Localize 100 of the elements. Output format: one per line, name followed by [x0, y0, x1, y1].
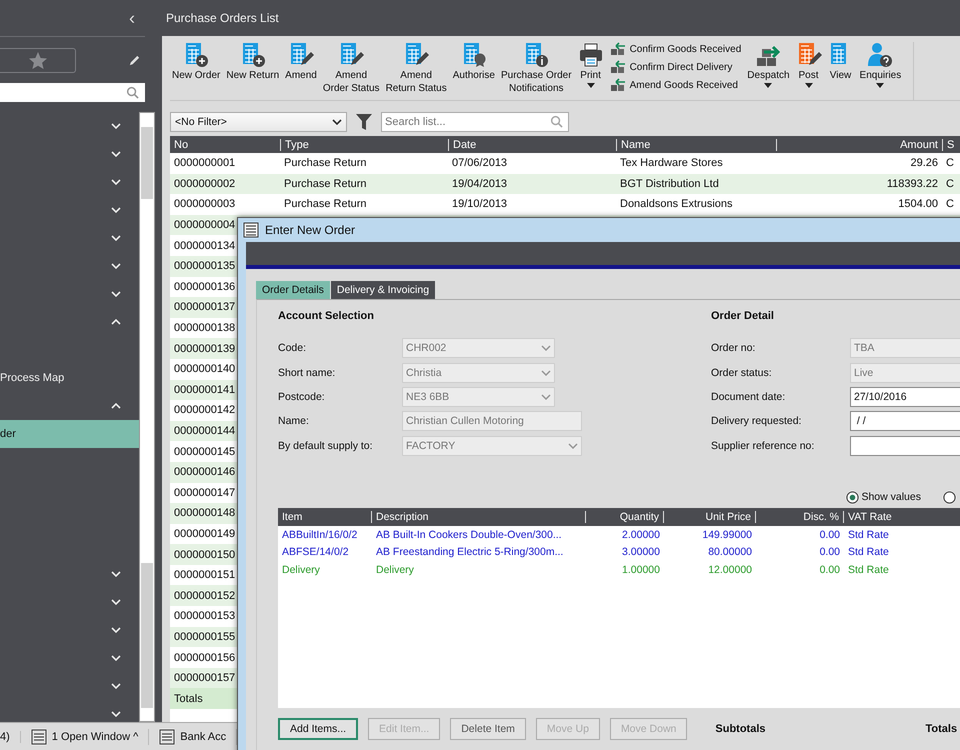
- table-cell: 0000000134: [174, 240, 236, 252]
- radio-circle-icon: [846, 490, 860, 504]
- boxes-icon: [610, 60, 626, 74]
- toolbar-link[interactable]: Confirm Goods Received: [610, 42, 742, 56]
- input-field[interactable]: [850, 436, 960, 456]
- dialog-button[interactable]: Add Items...: [278, 718, 358, 740]
- chevron-icon[interactable]: [111, 655, 121, 661]
- column-header[interactable]: Item: [278, 510, 372, 523]
- favourites-button[interactable]: [0, 48, 76, 73]
- toolbar-button[interactable]: New Order: [172, 42, 220, 82]
- dialog-button[interactable]: Delete Item: [450, 718, 526, 740]
- column-header[interactable]: Date: [448, 138, 616, 150]
- column-header[interactable]: Unit Price: [664, 510, 756, 523]
- grid-cell-text: AB Built-In Cookers Double-Oven/300...: [375, 528, 563, 541]
- toolbar-button[interactable]: Purchase Order Notifications: [500, 42, 572, 95]
- radio-button[interactable]: Show values: [846, 490, 921, 504]
- chevron-icon[interactable]: [111, 711, 121, 717]
- table-cell: 0000000155: [174, 630, 236, 643]
- grid-cell-text: Delivery: [375, 564, 415, 576]
- chevron-icon[interactable]: [111, 627, 121, 633]
- totals-label: Totals: [174, 692, 203, 705]
- search-field[interactable]: [0, 83, 145, 102]
- window-icon: [30, 728, 47, 744]
- toolbar-button[interactable]: New Return: [226, 42, 280, 82]
- toolbar-button[interactable]: Despatch: [747, 42, 790, 88]
- table-cell: 0000000135: [174, 260, 236, 272]
- chevron-icon[interactable]: [111, 319, 121, 325]
- chevron-icon[interactable]: [111, 291, 121, 297]
- section-heading: Account Selection: [278, 310, 375, 324]
- toolbar-button[interactable]: View: [828, 42, 854, 82]
- column-header[interactable]: Description: [372, 510, 586, 523]
- taskbar-item[interactable]: 4): [0, 730, 21, 742]
- toolbar-button[interactable]: Amend Return Status: [386, 42, 447, 95]
- field-label: Code:: [278, 342, 308, 354]
- document-icon: [523, 42, 550, 68]
- chevron-icon: [332, 119, 342, 125]
- column-header[interactable]: VAT Rate: [844, 510, 960, 523]
- table-cell: 19/10/2013: [452, 198, 508, 210]
- table-cell: 07/06/2013: [452, 157, 508, 170]
- document-icon: [288, 42, 314, 68]
- collapse-button[interactable]: ‹: [129, 8, 135, 28]
- column-header[interactable]: Name: [616, 138, 776, 150]
- scrollbar[interactable]: [139, 112, 155, 722]
- tab[interactable]: Delivery & Invoicing: [330, 281, 436, 299]
- column-header[interactable]: Type: [280, 138, 448, 150]
- sidebar-item[interactable]: der: [0, 420, 139, 448]
- table-cell: 0000000001: [174, 157, 236, 170]
- column-header[interactable]: S: [942, 138, 960, 150]
- chevron-icon[interactable]: [111, 683, 121, 689]
- chevron-icon: [568, 442, 578, 449]
- radio-button[interactable]: [943, 490, 956, 504]
- grid-cell-text: Std Rate: [847, 528, 890, 541]
- toolbar-button[interactable]: Post: [796, 42, 822, 88]
- table-cell: 0000000144: [174, 425, 236, 438]
- pencil-icon[interactable]: [128, 54, 141, 67]
- filter-icon[interactable]: [355, 113, 373, 131]
- table-cell: 0000000136: [174, 280, 236, 293]
- sidebar-item[interactable]: Process Map: [0, 364, 139, 392]
- taskbar-item[interactable]: 1 Open Window ^: [30, 728, 150, 744]
- table-cell: 1504.00: [898, 198, 938, 210]
- chevron-icon[interactable]: [111, 179, 121, 185]
- toolbar-button[interactable]: Amend Order Status: [322, 42, 380, 95]
- column-header[interactable]: No: [170, 138, 280, 150]
- chevron-icon[interactable]: [111, 599, 121, 605]
- toolbar-link[interactable]: Confirm Direct Delivery: [610, 60, 742, 74]
- grid-cell-text: Std Rate: [847, 564, 890, 576]
- input-field[interactable]: 27/10/2016: [850, 386, 960, 407]
- section-heading: Order Detail: [711, 310, 775, 324]
- chevron-icon[interactable]: [111, 263, 121, 269]
- table-cell: 0000000139: [174, 342, 236, 355]
- window-icon: [159, 728, 176, 744]
- search-field[interactable]: Search list...: [381, 112, 569, 132]
- chevron-icon[interactable]: [111, 151, 121, 157]
- table-cell: C: [946, 178, 954, 190]
- column-header[interactable]: Disc. %: [756, 510, 844, 523]
- toolbar-button[interactable]: Print: [578, 42, 604, 88]
- toolbar-button[interactable]: Authorise: [452, 42, 495, 82]
- field-label: Order status:: [711, 366, 773, 379]
- table-cell: 29.26: [910, 157, 938, 170]
- column-header[interactable]: Amount: [776, 138, 942, 150]
- chevron-icon[interactable]: [111, 207, 121, 213]
- grid-cell-text: 2.00000: [621, 528, 661, 541]
- chevron-icon: [541, 345, 551, 352]
- chevron-icon[interactable]: [111, 235, 121, 241]
- toolbar-link[interactable]: Amend Goods Received: [610, 78, 742, 92]
- chevron-icon[interactable]: [111, 571, 121, 577]
- chevron-icon[interactable]: [111, 123, 121, 129]
- toolbar-button[interactable]: Enquiries: [860, 42, 902, 88]
- grid-cell-text: 1.00000: [621, 564, 661, 576]
- field-label: By default supply to:: [278, 440, 374, 452]
- table-cell: Purchase Return: [284, 198, 367, 210]
- toolbar-button[interactable]: Amend: [285, 42, 317, 82]
- summary-label: Totals: [926, 722, 958, 735]
- table-cell: Purchase Return: [284, 157, 367, 170]
- chevron-icon: [541, 370, 551, 376]
- input-field[interactable]: / /: [850, 411, 960, 432]
- chevron-icon[interactable]: [111, 403, 121, 409]
- column-header[interactable]: Quantity: [586, 510, 664, 523]
- tab[interactable]: Order Details: [256, 281, 330, 299]
- filter-dropdown[interactable]: <No Filter>: [170, 112, 347, 132]
